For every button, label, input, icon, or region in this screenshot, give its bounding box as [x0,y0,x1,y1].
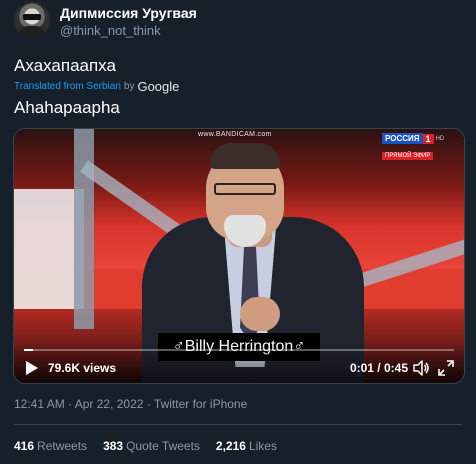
tweet-text: Ахахапаапха [14,56,116,75]
video-player[interactable]: www.BANDICAM.com РОССИЯ 1 HD ПРЯМОЙ ЭФИР… [13,128,465,384]
meta-separator: · [146,397,151,411]
meta-separator: · [68,397,73,411]
quotes-label: Quote Tweets [126,439,200,453]
likes-count: 2,216 [215,439,246,453]
author-display-name[interactable]: Дипмиссия Уругвая [60,5,197,21]
quote-tweets-stat[interactable]: 383 Quote Tweets [103,439,200,453]
play-icon[interactable] [22,359,40,377]
tweet-timestamp: 12:41 AM · Apr 22, 2022 · Twitter for iP… [14,397,247,411]
channel-number: 1 [422,133,434,144]
progress-fill [24,349,33,351]
tweet-date[interactable]: Apr 22, 2022 [75,397,144,411]
quotes-count: 383 [103,439,124,453]
translation-text: Ahahapaapha [14,98,120,117]
likes-stat[interactable]: 2,216 Likes [216,439,277,453]
speaker-hand [240,297,280,331]
volume-icon[interactable] [412,360,430,376]
likes-label: Likes [248,439,277,453]
video-controls: 79.6K views 0:01 / 0:45 [14,343,464,383]
channel-name: РОССИЯ [382,133,423,144]
progress-bar[interactable] [24,349,454,351]
live-badge: ПРЯМОЙ ЭФИР [382,152,434,160]
channel-hd: HD [435,135,445,142]
tweet-stats: 416 Retweets 383 Quote Tweets 2,216 Likes [14,439,277,453]
avatar-glasses [23,14,41,20]
video-time: 0:01 / 0:45 [349,361,408,375]
fullscreen-icon[interactable] [438,360,454,376]
speaker-hair [210,143,280,169]
tweet-time[interactable]: 12:41 AM [14,397,65,411]
avatar-jacket [18,26,46,38]
retweets-count: 416 [14,439,35,453]
retweets-stat[interactable]: 416 Retweets [14,439,87,453]
translated-prefix: Translated from Serbian [14,81,121,92]
avatar[interactable] [14,2,50,38]
author-handle[interactable]: @think_not_think [60,23,161,38]
translation-attribution: Translated from Serbian by Google [14,79,179,94]
view-count: 79.6K views [48,361,117,375]
google-logo: Google [137,79,180,94]
studio-pillar [74,129,94,329]
divider [14,424,462,425]
channel-logo: РОССИЯ 1 HD ПРЯМОЙ ЭФИР [382,133,444,162]
speaker-glasses [214,183,276,195]
translated-by-label: by [123,81,135,92]
bandicam-watermark: www.BANDICAM.com [198,131,272,138]
tweet-source: Twitter for iPhone [153,397,248,411]
retweets-label: Retweets [37,439,88,453]
tweet-header: Дипмиссия Уругвая @think_not_think [14,2,464,42]
translated-from-link[interactable]: Translated from Serbian [14,81,121,92]
